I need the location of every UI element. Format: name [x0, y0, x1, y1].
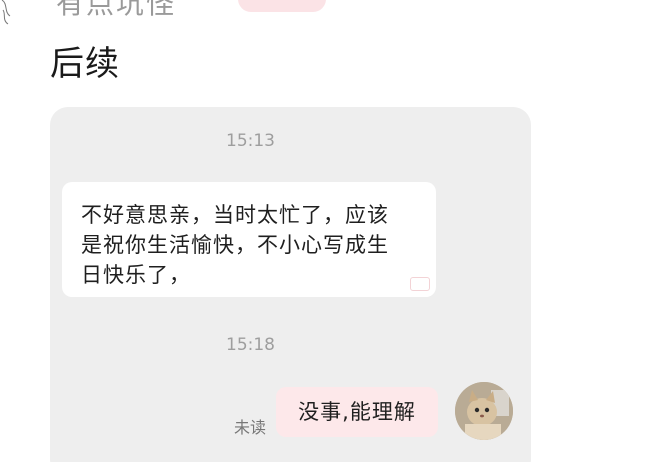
chat-screenshot: 15:13 不好意思亲，当时太忙了，应该 是祝你生活愉快，不小心写成生 日快乐了…	[50, 107, 531, 462]
post-title-partial: 有点坑怪	[56, 0, 177, 20]
post-text: 后续	[50, 44, 120, 84]
incoming-message-bubble[interactable]: 不好意思亲，当时太忙了，应该 是祝你生活愉快，不小心写成生 日快乐了，	[62, 182, 436, 297]
timestamp: 15:13	[226, 131, 275, 151]
pink-tag[interactable]	[238, 0, 326, 12]
timestamp: 15:18	[226, 335, 275, 355]
watermark-icon	[410, 277, 430, 291]
message-line: 是祝你生活愉快，不小心写成生	[81, 233, 389, 257]
post-screenshot: 有点坑怪 后续 15:13 不好意思亲，当时太忙了，应该 是祝你生活愉快，不小心…	[0, 0, 654, 462]
message-line: 日快乐了，	[81, 263, 191, 287]
unread-status: 未读	[234, 418, 267, 437]
message-line: 不好意思亲，当时太忙了，应该	[81, 203, 389, 227]
cat-avatar-icon[interactable]	[455, 382, 513, 440]
sketch-avatar-icon	[1, 0, 11, 25]
post-header: 有点坑怪	[0, 0, 654, 25]
outgoing-message-bubble[interactable]: 没事,能理解	[276, 387, 438, 437]
